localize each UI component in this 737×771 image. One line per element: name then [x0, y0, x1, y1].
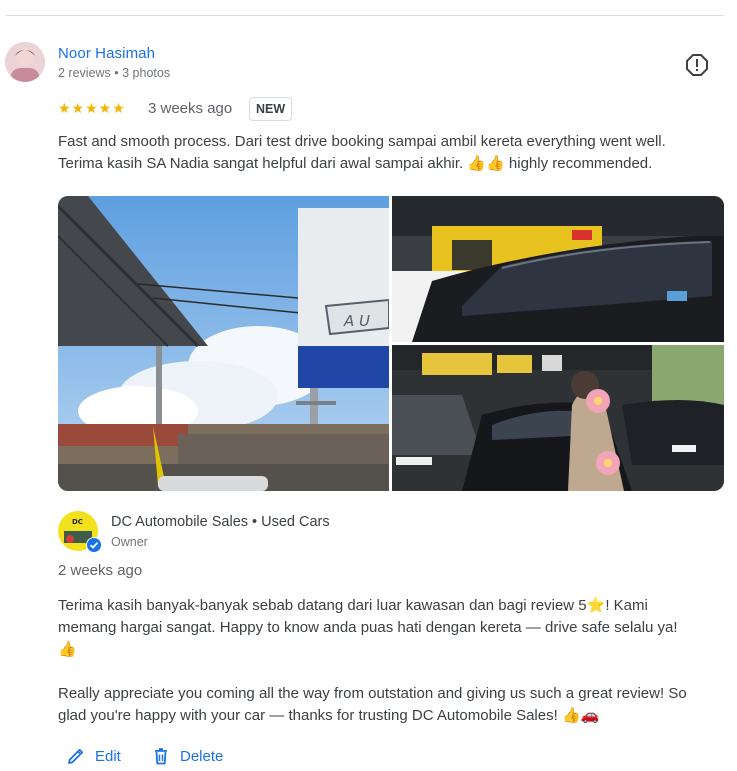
photo-dealership-sign[interactable]: A U: [58, 196, 389, 491]
reply-text-line: Really appreciate you coming all the way…: [58, 685, 687, 702]
rating-stars: ★★★★★: [58, 100, 126, 116]
review-time: 3 weeks ago: [148, 100, 233, 117]
reply-text-line: Terima kasih banyak-banyak sebab datang …: [58, 597, 648, 614]
reply-text-line: glad you're happy with your car — thanks…: [58, 707, 600, 724]
top-divider: [6, 15, 724, 16]
review-text: Fast and smooth process. Dari test drive…: [58, 131, 728, 175]
reviewer-avatar[interactable]: [5, 42, 45, 82]
trash-icon: [152, 747, 170, 765]
edit-button[interactable]: Edit: [67, 745, 121, 767]
reviewer-meta: 2 reviews • 3 photos: [58, 66, 171, 80]
owner-role: Owner: [111, 535, 148, 549]
delete-label: Delete: [180, 747, 224, 765]
reply-time: 2 weeks ago: [58, 562, 143, 579]
reviewer-name[interactable]: Noor Hasimah: [58, 45, 155, 62]
pencil-icon: [67, 747, 85, 765]
review-text-line: Terima kasih SA Nadia sangat helpful dar…: [58, 155, 653, 172]
reply-text-line: memang hargai sangat. Happy to know anda…: [58, 619, 678, 636]
edit-label: Edit: [95, 747, 121, 765]
photo-customer-with-car[interactable]: [392, 345, 724, 491]
review-text-line: Fast and smooth process. Dari test drive…: [58, 133, 666, 150]
report-flag-icon[interactable]: [685, 53, 709, 77]
reply-text-line: 👍: [58, 641, 77, 658]
new-badge: NEW: [249, 97, 293, 121]
svg-text:DC: DC: [72, 518, 83, 526]
reply-paragraph-gap: [58, 661, 733, 683]
owner-name[interactable]: DC Automobile Sales • Used Cars: [111, 514, 330, 530]
sign-lettering: A U: [343, 312, 370, 330]
verified-check-icon: [86, 537, 102, 553]
reply-text: Terima kasih banyak-banyak sebab datang …: [58, 595, 733, 727]
delete-button[interactable]: Delete: [152, 745, 223, 767]
review-photo-grid: A U: [58, 196, 724, 491]
photo-car-showroom[interactable]: [392, 196, 724, 342]
owner-avatar[interactable]: DC: [58, 511, 102, 553]
